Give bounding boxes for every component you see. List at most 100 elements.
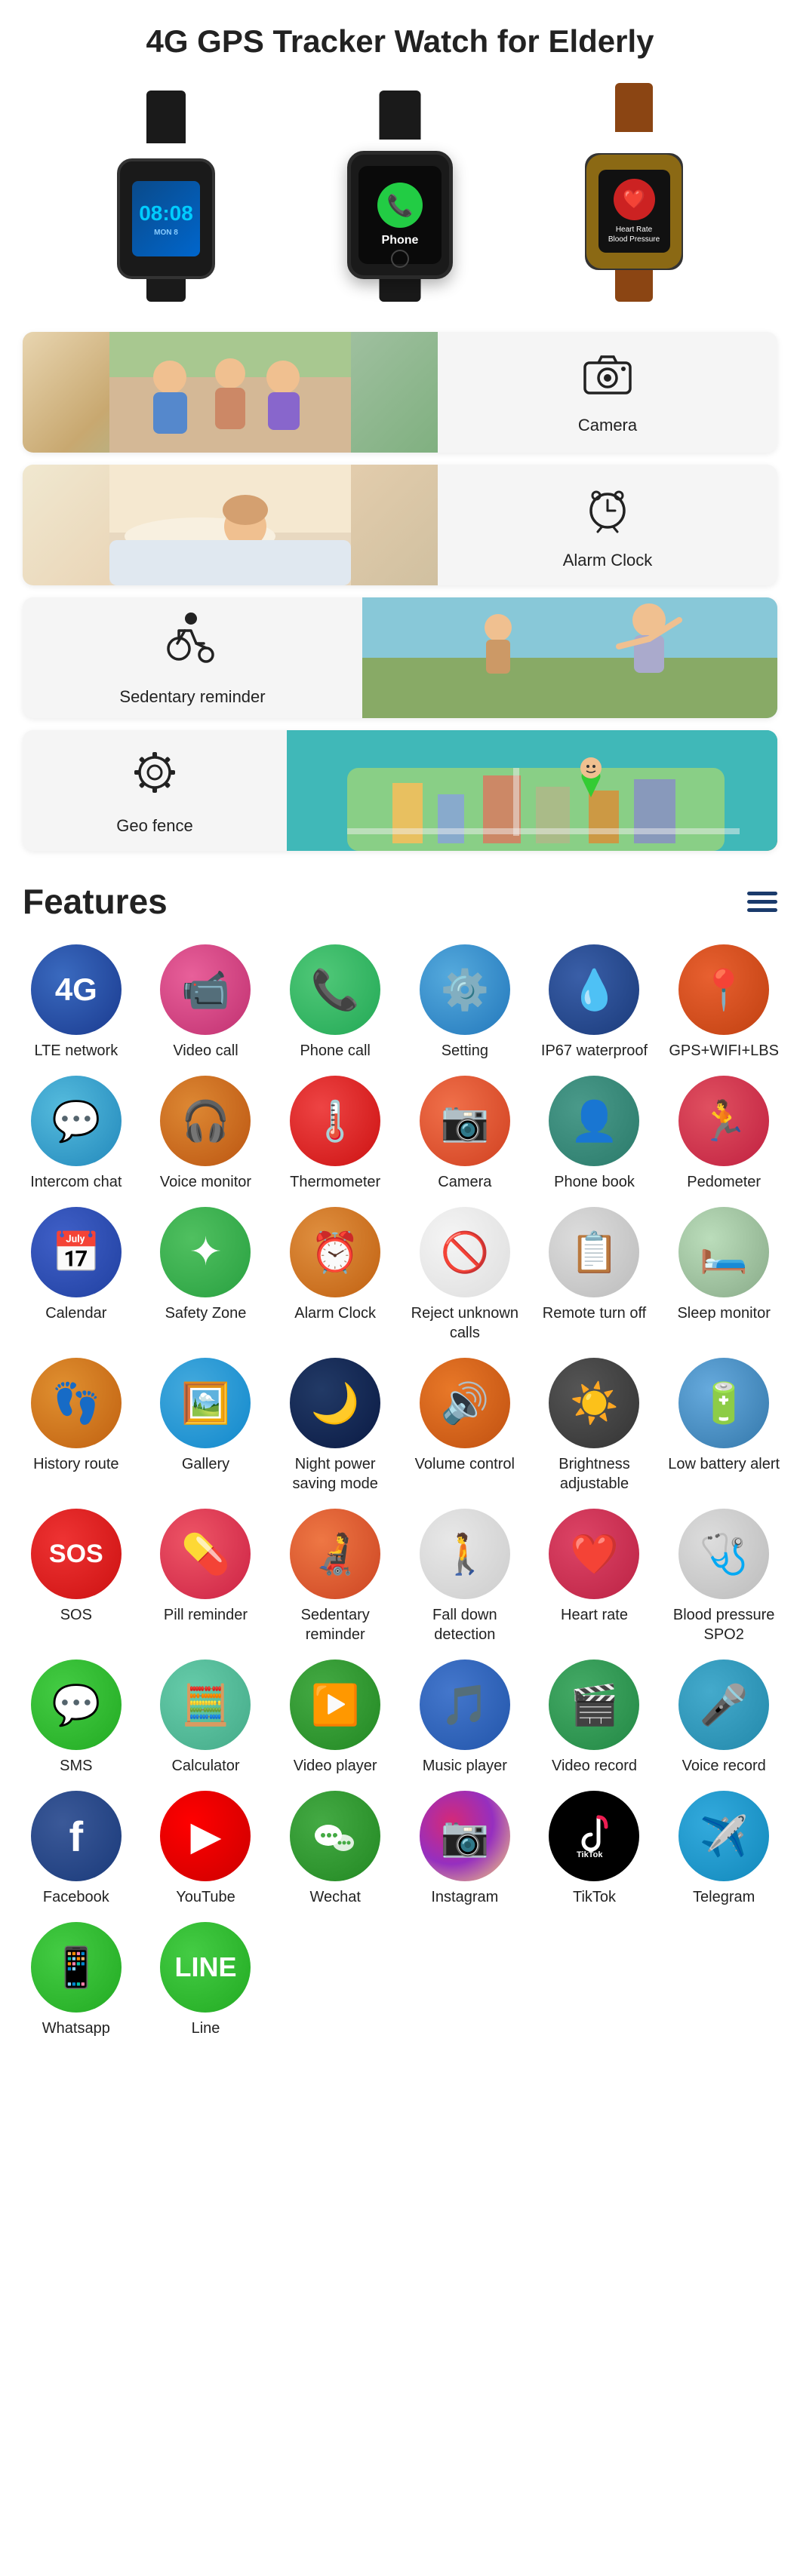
feature-item-youtube[interactable]: ▶YouTube xyxy=(145,1791,267,1907)
feature-icon-video-call: 📹 xyxy=(160,944,251,1035)
feature-label-gps: GPS+WIFI+LBS xyxy=(669,1041,779,1061)
feature-item-heart-rate[interactable]: ❤️Heart rate xyxy=(534,1509,656,1644)
feature-item-instagram[interactable]: 📷Instagram xyxy=(404,1791,526,1907)
feature-item-telegram[interactable]: ✈️ Telegram xyxy=(663,1791,785,1907)
feature-label-safety-zone: Safety Zone xyxy=(165,1303,247,1323)
feature-item-gallery[interactable]: 🖼️Gallery xyxy=(145,1358,267,1494)
feature-item-brightness[interactable]: ☀️ Brightness adjustable xyxy=(534,1358,656,1494)
feature-label-lte: LTE network xyxy=(34,1041,118,1061)
feature-item-history-route[interactable]: 👣History route xyxy=(15,1358,137,1494)
feature-item-sms[interactable]: 💬 SMS xyxy=(15,1660,137,1776)
feature-icon-phone-call: 📞 xyxy=(290,944,380,1035)
feature-item-video-call[interactable]: 📹 Video call xyxy=(145,944,267,1061)
feature-item-wechat[interactable]: Wechat xyxy=(274,1791,396,1907)
feature-item-fall-detection[interactable]: 🚶Fall down detection xyxy=(404,1509,526,1644)
feature-item-remote-off[interactable]: 📋Remote turn off xyxy=(534,1207,656,1343)
features-grid: 4GLTE network 📹 Video call 📞Phone call ⚙️ Set… xyxy=(0,937,800,2061)
watch2-phone-label: Phone xyxy=(382,234,419,247)
watch-row: 08:08 MON 8 📞 Phone xyxy=(0,75,800,324)
feature-item-line[interactable]: LINELine xyxy=(145,1922,267,2038)
feature-item-voice-monitor[interactable]: 🎧Voice monitor xyxy=(145,1076,267,1192)
features-section-title: Features xyxy=(23,881,168,922)
feature-item-intercom[interactable]: 💬Intercom chat xyxy=(15,1076,137,1192)
menu-icon[interactable] xyxy=(747,892,777,912)
feature-item-voice-record[interactable]: 🎤Voice record xyxy=(663,1660,785,1776)
feature-label-brightness: Brightness adjustable xyxy=(534,1454,656,1494)
feature-label-video-call: Video call xyxy=(173,1041,238,1061)
card-geo-label: Geo fence xyxy=(116,816,193,836)
feature-icon-remote-off: 📋 xyxy=(549,1207,639,1297)
feature-label-pill-reminder: Pill reminder xyxy=(164,1605,248,1625)
feature-item-camera[interactable]: 📷Camera xyxy=(404,1076,526,1192)
feature-label-night-mode: Night power saving mode xyxy=(274,1454,396,1494)
feature-item-phone-call[interactable]: 📞Phone call xyxy=(274,944,396,1061)
feature-item-sos[interactable]: SOSSOS xyxy=(15,1509,137,1644)
feature-item-setting[interactable]: ⚙️ Setting xyxy=(404,944,526,1061)
feature-label-voice-monitor: Voice monitor xyxy=(160,1172,251,1192)
feature-icon-pedometer: 🏃 xyxy=(678,1076,769,1166)
feature-label-wechat: Wechat xyxy=(309,1887,360,1907)
feature-item-waterproof[interactable]: 💧IP67 waterproof xyxy=(534,944,656,1061)
feature-item-calendar[interactable]: 📅Calendar xyxy=(15,1207,137,1343)
feature-item-sedentary-reminder[interactable]: 🧑‍🦼Sedentary reminder xyxy=(274,1509,396,1644)
watch-1: 08:08 MON 8 xyxy=(53,91,279,302)
feature-item-video-player[interactable]: ▶️Video player xyxy=(274,1660,396,1776)
card-geo-image xyxy=(287,730,777,851)
feature-item-facebook[interactable]: f Facebook xyxy=(15,1791,137,1907)
feature-item-music-player[interactable]: 🎵Music player xyxy=(404,1660,526,1776)
feature-item-volume[interactable]: 🔊Volume control xyxy=(404,1358,526,1494)
feature-item-gps[interactable]: 📍GPS+WIFI+LBS xyxy=(663,944,785,1061)
feature-icon-music-player: 🎵 xyxy=(420,1660,510,1750)
watch2-phone-icon: 📞 xyxy=(377,183,423,228)
feature-card-sedentary: Sedentary reminder xyxy=(23,597,777,718)
feature-item-blood-pressure[interactable]: 🩺Blood pressure SPO2 xyxy=(663,1509,785,1644)
feature-icon-instagram: 📷 xyxy=(420,1791,510,1881)
feature-icon-sos: SOS xyxy=(31,1509,122,1599)
feature-item-whatsapp[interactable]: 📱Whatsapp xyxy=(15,1922,137,2038)
feature-item-phonebook[interactable]: 👤Phone book xyxy=(534,1076,656,1192)
watch-3: ❤️ Heart Rate Blood Pressure xyxy=(521,83,747,302)
feature-label-facebook: Facebook xyxy=(43,1887,109,1907)
feature-icon-alarm-clock: ⏰ xyxy=(290,1207,380,1297)
feature-item-reject-calls[interactable]: 🚫Reject unknown calls xyxy=(404,1207,526,1343)
feature-icon-youtube: ▶ xyxy=(160,1791,251,1881)
feature-label-calculator: Calculator xyxy=(171,1756,239,1776)
feature-icon-brightness: ☀️ xyxy=(549,1358,639,1448)
feature-label-setting: Setting xyxy=(442,1041,488,1061)
feature-icon-sms: 💬 xyxy=(31,1660,122,1750)
feature-label-waterproof: IP67 waterproof xyxy=(541,1041,648,1061)
feature-label-sms: SMS xyxy=(60,1756,92,1776)
feature-icon-setting: ⚙️ xyxy=(420,944,510,1035)
feature-item-battery-alert[interactable]: 🔋Low battery alert xyxy=(663,1358,785,1494)
card-sedentary-left: Sedentary reminder xyxy=(23,597,362,718)
feature-item-sleep-monitor[interactable]: 🛏️Sleep monitor xyxy=(663,1207,785,1343)
feature-item-night-mode[interactable]: 🌙Night power saving mode xyxy=(274,1358,396,1494)
feature-icon-thermometer: 🌡️ xyxy=(290,1076,380,1166)
feature-item-alarm-clock[interactable]: ⏰ Alarm Clock xyxy=(274,1207,396,1343)
feature-label-voice-record: Voice record xyxy=(682,1756,766,1776)
feature-item-thermometer[interactable]: 🌡️ Thermometer xyxy=(274,1076,396,1192)
feature-item-pedometer[interactable]: 🏃 Pedometer xyxy=(663,1076,785,1192)
feature-item-safety-zone[interactable]: ✦Safety Zone xyxy=(145,1207,267,1343)
menu-line-1 xyxy=(747,892,777,895)
feature-item-lte[interactable]: 4GLTE network xyxy=(15,944,137,1061)
feature-item-pill-reminder[interactable]: 💊Pill reminder xyxy=(145,1509,267,1644)
feature-icon-facebook: f xyxy=(31,1791,122,1881)
card-camera-image xyxy=(23,332,438,453)
feature-icon-line: LINE xyxy=(160,1922,251,2013)
card-camera-label: Camera xyxy=(578,416,637,435)
feature-icon-wechat xyxy=(290,1791,380,1881)
feature-item-calculator[interactable]: 🧮Calculator xyxy=(145,1660,267,1776)
feature-item-tiktok[interactable]: TikTok TikTok xyxy=(534,1791,656,1907)
feature-label-fall-detection: Fall down detection xyxy=(404,1605,526,1644)
feature-label-telegram: Telegram xyxy=(693,1887,755,1907)
feature-icon-telegram: ✈️ xyxy=(678,1791,769,1881)
feature-label-pedometer: Pedometer xyxy=(687,1172,761,1192)
geo-icon xyxy=(128,746,181,809)
feature-item-video-record[interactable]: 🎬Video record xyxy=(534,1660,656,1776)
feature-label-thermometer: Thermometer xyxy=(290,1172,380,1192)
feature-label-alarm-clock: Alarm Clock xyxy=(294,1303,376,1323)
feature-icon-intercom: 💬 xyxy=(31,1076,122,1166)
features-header: Features xyxy=(0,858,800,937)
alarm-clock-icon xyxy=(581,481,634,543)
